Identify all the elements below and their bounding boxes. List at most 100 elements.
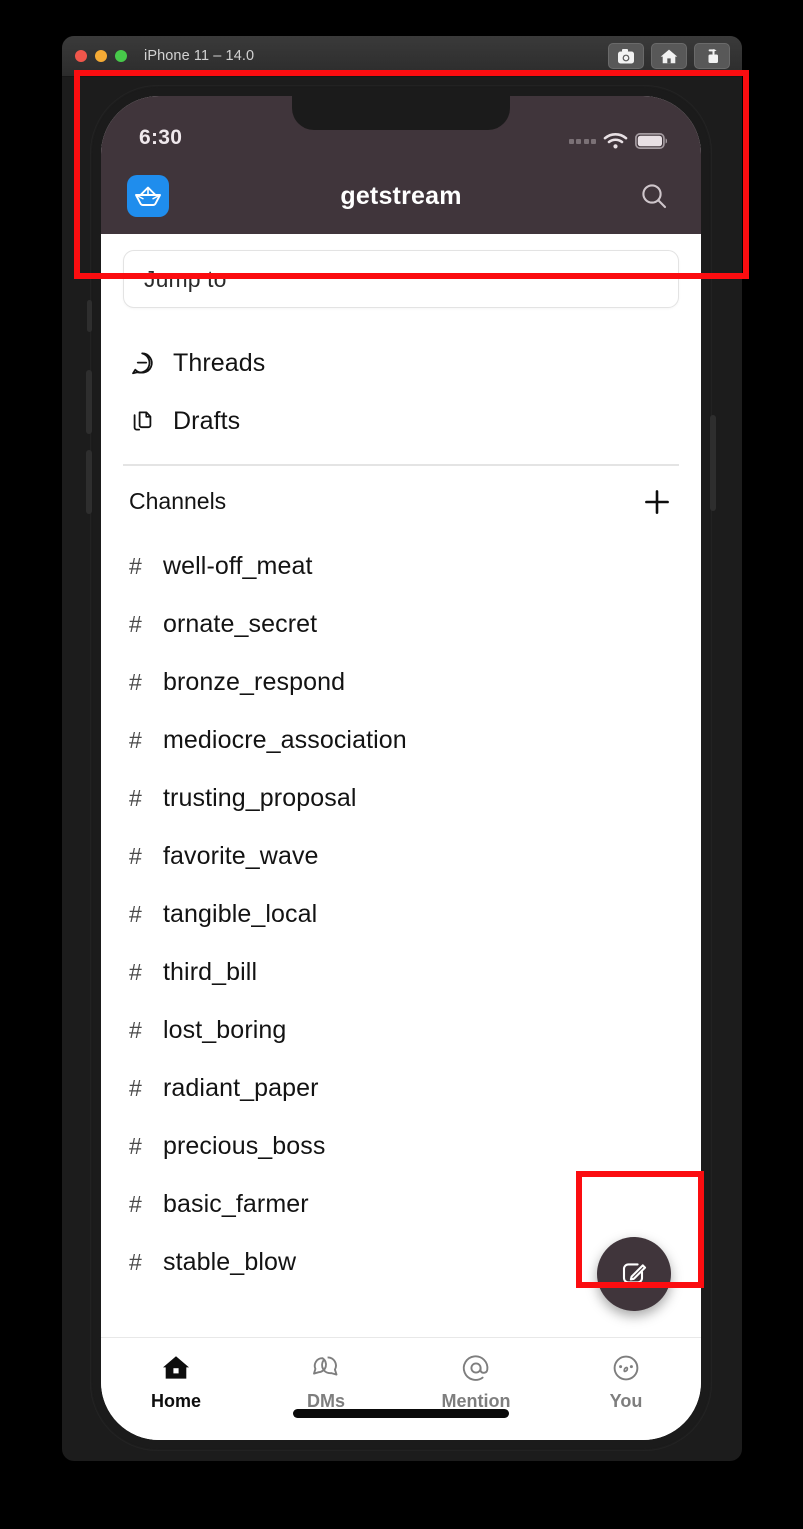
status-bar-indicators [568,132,667,150]
home-icon [161,1352,191,1384]
window-toolbar [608,43,730,69]
channel-row[interactable]: # tangible_local [123,886,679,944]
sidebar-item-label: Threads [173,348,266,377]
zoom-button[interactable] [115,50,127,62]
channel-row[interactable]: # lost_boring [123,1002,679,1060]
tab-you[interactable]: You [551,1352,701,1412]
close-button[interactable] [75,50,87,62]
silence-switch[interactable] [87,300,92,332]
compose-button[interactable] [597,1237,671,1311]
tab-label: You [609,1391,643,1411]
app-header: getstream [101,158,701,234]
traffic-lights [75,50,127,62]
device-notch [292,96,510,130]
channel-list: # well-off_meat # ornate_secret # bronze_resp… [123,538,679,1292]
channel-name: stable_blow [163,1248,297,1276]
share-icon [708,48,718,63]
channel-name: ornate_secret [163,610,318,638]
hash-icon: # [129,727,142,753]
search-input-value: Jump to [144,265,227,292]
hash-icon: # [129,785,142,811]
volume-down-button[interactable] [86,450,92,514]
channel-name: radiant_paper [163,1074,319,1102]
home-icon [660,49,678,63]
channel-row[interactable]: # radiant_paper [123,1060,679,1118]
hash-icon: # [129,1017,142,1043]
channel-row[interactable]: # trusting_proposal [123,770,679,828]
search-icon [642,184,667,209]
hash-icon: # [129,1075,142,1101]
channel-name: precious_boss [163,1132,326,1160]
channels-section-header: Channels [123,466,679,538]
channel-row[interactable]: # stable_blow [123,1234,679,1292]
channel-row[interactable]: # precious_boss [123,1118,679,1176]
power-button[interactable] [710,415,716,511]
home-indicator [293,1409,509,1418]
screenshot-icon [617,48,634,63]
workspace-logo[interactable] [127,175,169,217]
tab-mention[interactable]: Mention [401,1352,551,1412]
hash-icon: # [129,553,142,579]
getstream-boat-logo-icon [135,186,161,206]
tab-home[interactable]: Home [101,1352,251,1412]
channels-section-title: Channels [129,488,227,514]
sidebar-item-drafts[interactable]: Drafts [123,392,679,450]
hash-icon: # [129,669,142,695]
you-avatar-icon [611,1352,641,1384]
drafts-pages-icon [129,409,155,434]
channel-row[interactable]: # mediocre_association [123,712,679,770]
channel-row[interactable]: # well-off_meat [123,538,679,596]
wifi-icon [603,133,628,149]
volume-up-button[interactable] [86,370,92,434]
phone-screen: 6:30 getstream Jump to Threads Drafts Ch… [101,96,701,1440]
channel-name: basic_farmer [163,1190,309,1218]
hash-icon: # [129,1191,142,1217]
compose-pencil-icon [622,1263,647,1284]
search-input[interactable]: Jump to [123,250,679,308]
channel-row[interactable]: # ornate_secret [123,596,679,654]
bottom-tab-bar: Home DMs Mention You [101,1337,701,1440]
tab-dms[interactable]: DMs [251,1352,401,1412]
home-button[interactable] [651,43,687,69]
page-title: getstream [340,181,462,210]
share-button[interactable] [694,43,730,69]
battery-icon [635,133,667,149]
channel-row[interactable]: # third_bill [123,944,679,1002]
ios-status-bar: 6:30 [101,96,701,158]
channel-name: favorite_wave [163,842,319,870]
sidebar-item-label: Drafts [173,406,241,435]
cellular-icon [568,138,596,144]
channel-row[interactable]: # bronze_respond [123,654,679,712]
channel-name: third_bill [163,958,258,986]
channel-name: bronze_respond [163,668,346,696]
add-channel-button[interactable] [637,482,677,522]
hash-icon: # [129,901,142,927]
channel-name: tangible_local [163,900,318,928]
sidebar-item-threads[interactable]: Threads [123,334,679,392]
plus-icon [645,489,669,514]
mention-at-icon [461,1352,491,1384]
tab-label: Home [150,1391,201,1411]
hash-icon: # [129,959,142,985]
hash-icon: # [129,843,142,869]
hash-icon: # [129,1249,142,1275]
dms-bubbles-icon [310,1352,342,1384]
channel-name: lost_boring [163,1016,287,1044]
channel-name: mediocre_association [163,726,407,754]
channel-row[interactable]: # basic_farmer [123,1176,679,1234]
channel-name: well-off_meat [163,552,313,580]
window-title: iPhone 11 – 14.0 [144,48,255,64]
window-titlebar: iPhone 11 – 14.0 [62,36,742,77]
hash-icon: # [129,1133,142,1159]
channel-list-content: Jump to Threads Drafts Channels # well-o… [101,234,701,1337]
iphone-device-frame: 6:30 getstream Jump to Threads Drafts Ch… [86,85,716,1451]
channel-row[interactable]: # favorite_wave [123,828,679,886]
channel-name: trusting_proposal [163,784,357,812]
status-bar-time: 6:30 [139,126,183,149]
screenshot-button[interactable] [608,43,644,69]
simulator-window: iPhone 11 – 14.0 6:30 getstream Jump to … [62,36,742,1461]
search-button[interactable] [633,175,675,217]
minimize-button[interactable] [95,50,107,62]
threads-bubble-icon [129,351,155,376]
nav-list: Threads Drafts [123,334,679,450]
